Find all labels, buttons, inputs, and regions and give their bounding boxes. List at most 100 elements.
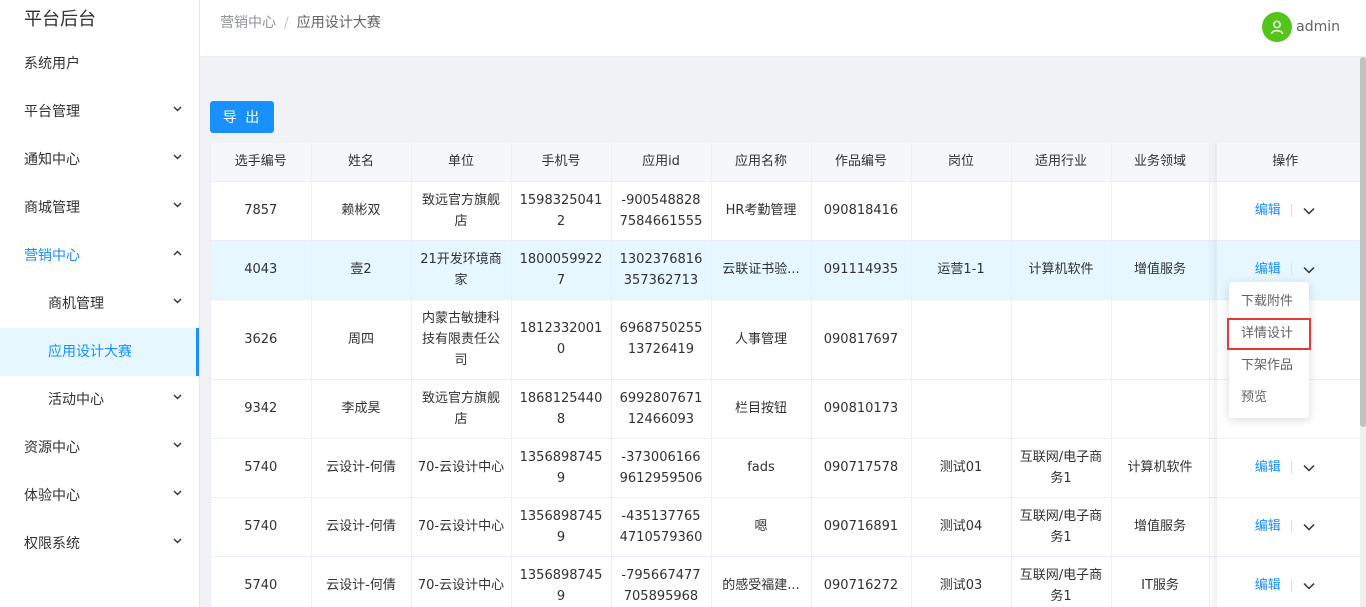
cell: 1302376816357362713 (611, 240, 712, 300)
actions-cell: 编辑 (1209, 438, 1360, 498)
export-button[interactable]: 导 出 (210, 101, 274, 133)
data-table: 选手编号 姓名 单位 手机号 应用id 应用名称 作品编号 岗位 适用行业 业务… (210, 143, 1360, 607)
chevron-down-icon (173, 298, 182, 306)
table-header-row: 选手编号 姓名 单位 手机号 应用id 应用名称 作品编号 岗位 适用行业 业务… (211, 143, 1360, 182)
cell: 致远官方旗舰店 (411, 379, 512, 439)
edit-button[interactable]: 编辑 (1255, 457, 1281, 478)
cell: 周四 (311, 299, 412, 380)
cell: 15983250412 (511, 181, 612, 241)
sidebar-item-platform-management[interactable]: 平台管理 (0, 88, 199, 136)
cell: 70-云设计中心 (411, 438, 512, 498)
chevron-down-icon (173, 442, 182, 450)
cell: 人事管理 (711, 299, 812, 380)
cell: 090818416 (811, 181, 912, 241)
cell (1111, 379, 1210, 439)
cell: 云设计-何倩 (311, 438, 412, 498)
more-actions-button[interactable] (1302, 204, 1316, 218)
column-header: 单位 (411, 143, 512, 182)
menu-item-download-attachment[interactable]: 下载附件 (1229, 286, 1309, 318)
scrollbar-thumb[interactable] (1360, 57, 1366, 427)
sidebar-item-label: 权限系统 (24, 536, 80, 552)
sidebar-item-app-design-contest[interactable]: 应用设计大赛 (0, 328, 199, 376)
page-scrollbar[interactable] (1360, 57, 1366, 607)
sidebar-item-label: 体验中心 (24, 488, 80, 504)
cell: 壹2 (311, 240, 412, 300)
user-menu[interactable]: admin (1262, 12, 1340, 42)
sidebar-item-permission-system[interactable]: 权限系统 (0, 520, 199, 568)
table-row[interactable]: 5740 云设计-何倩 70-云设计中心 13568987459 -435137… (211, 497, 1360, 557)
menu-item-take-down[interactable]: 下架作品 (1229, 350, 1309, 382)
column-header: 岗位 (911, 143, 1012, 182)
cell: 嗯 (711, 497, 812, 557)
cell (911, 181, 1012, 241)
more-actions-button[interactable] (1302, 520, 1316, 534)
table-row[interactable]: 5740 云设计-何倩 70-云设计中心 13568987459 -795667… (211, 556, 1360, 607)
table-row[interactable]: 3626 周四 内蒙古敏捷科技有限责任公司 18123320010 696875… (211, 299, 1360, 380)
sidebar-item-marketing-center[interactable]: 营销中心 (0, 232, 199, 280)
edit-button[interactable]: 编辑 (1255, 516, 1281, 537)
cell: -9005488287584661555 (611, 181, 712, 241)
chevron-down-icon (1303, 464, 1315, 472)
more-actions-button[interactable] (1302, 263, 1316, 277)
cell: 090717578 (811, 438, 912, 498)
sidebar-item-mall-management[interactable]: 商城管理 (0, 184, 199, 232)
edit-button[interactable]: 编辑 (1255, 575, 1281, 596)
menu-item-detail-design[interactable]: 详情设计 (1227, 318, 1311, 350)
column-header-actions: 操作 (1209, 143, 1360, 182)
sidebar-item-experience-center[interactable]: 体验中心 (0, 472, 199, 520)
cell: 云设计-何倩 (311, 497, 412, 557)
cell: 70-云设计中心 (411, 497, 512, 557)
chevron-down-icon (173, 154, 182, 162)
cell: 18681254408 (511, 379, 612, 439)
cell: fads (711, 438, 812, 498)
chevron-down-icon (173, 394, 182, 402)
main-content: 导 出 选手编号 姓名 单位 手机号 应用id 应用名称 作品编号 岗位 适用行… (200, 57, 1366, 607)
actions-cell: 编辑 (1209, 181, 1360, 241)
cell: 计算机软件 (1111, 438, 1210, 498)
sidebar-item-label: 商机管理 (48, 296, 104, 312)
cell (1011, 181, 1112, 241)
sidebar-item-label: 系统用户 (24, 56, 80, 72)
top-header: 营销中心 / 应用设计大赛 admin (200, 0, 1366, 57)
table-row[interactable]: 7857 赖彬双 致远官方旗舰店 15983250412 -9005488287… (211, 181, 1360, 241)
column-header: 业务领域 (1111, 143, 1210, 182)
edit-button[interactable]: 编辑 (1255, 259, 1281, 280)
cell: 增值服务 (1111, 497, 1210, 557)
sidebar-item-label: 活动中心 (48, 392, 104, 408)
username[interactable]: admin (1296, 19, 1340, 35)
avatar[interactable] (1262, 12, 1293, 42)
cell: 栏目按钮 (711, 379, 812, 439)
cell: 18123320010 (511, 299, 612, 380)
sidebar-item-business-opportunity[interactable]: 商机管理 (0, 280, 199, 328)
chevron-down-icon (173, 490, 182, 498)
column-header: 姓名 (311, 143, 412, 182)
breadcrumb-separator: / (284, 15, 289, 31)
breadcrumb-item-marketing[interactable]: 营销中心 (220, 15, 276, 31)
cell: 13568987459 (511, 556, 612, 607)
edit-button[interactable]: 编辑 (1255, 200, 1281, 221)
cell: 测试03 (911, 556, 1012, 607)
cell: 696875025513726419 (611, 299, 712, 380)
cell: 运营1-1 (911, 240, 1012, 300)
table-row[interactable]: 5740 云设计-何倩 70-云设计中心 13568987459 -373006… (211, 438, 1360, 498)
sidebar-item-activity-center[interactable]: 活动中心 (0, 376, 199, 424)
menu-item-preview[interactable]: 预览 (1229, 382, 1309, 414)
column-header: 作品编号 (811, 143, 912, 182)
sidebar-item-resource-center[interactable]: 资源中心 (0, 424, 199, 472)
sidebar-item-system-users[interactable]: 系统用户 (0, 40, 199, 88)
actions-cell: 编辑 (1209, 556, 1360, 607)
cell: 7857 (211, 181, 312, 241)
cell: -795667477705895968 (611, 556, 712, 607)
sidebar-item-label: 资源中心 (24, 440, 80, 456)
cell: 5740 (211, 497, 312, 557)
more-actions-button[interactable] (1302, 461, 1316, 475)
cell: 互联网/电子商务1 (1011, 438, 1112, 498)
table-row[interactable]: 9342 李成昊 致远官方旗舰店 18681254408 69928076711… (211, 379, 1360, 439)
cell: 的感受福建... (711, 556, 812, 607)
table-row[interactable]: 4043 壹2 21开发环境商家 18000599227 13023768163… (211, 240, 1360, 300)
cell (1111, 181, 1210, 241)
cell: 5740 (211, 438, 312, 498)
sidebar-item-notification-center[interactable]: 通知中心 (0, 136, 199, 184)
cell: 云设计-何倩 (311, 556, 412, 607)
more-actions-button[interactable] (1302, 579, 1316, 593)
